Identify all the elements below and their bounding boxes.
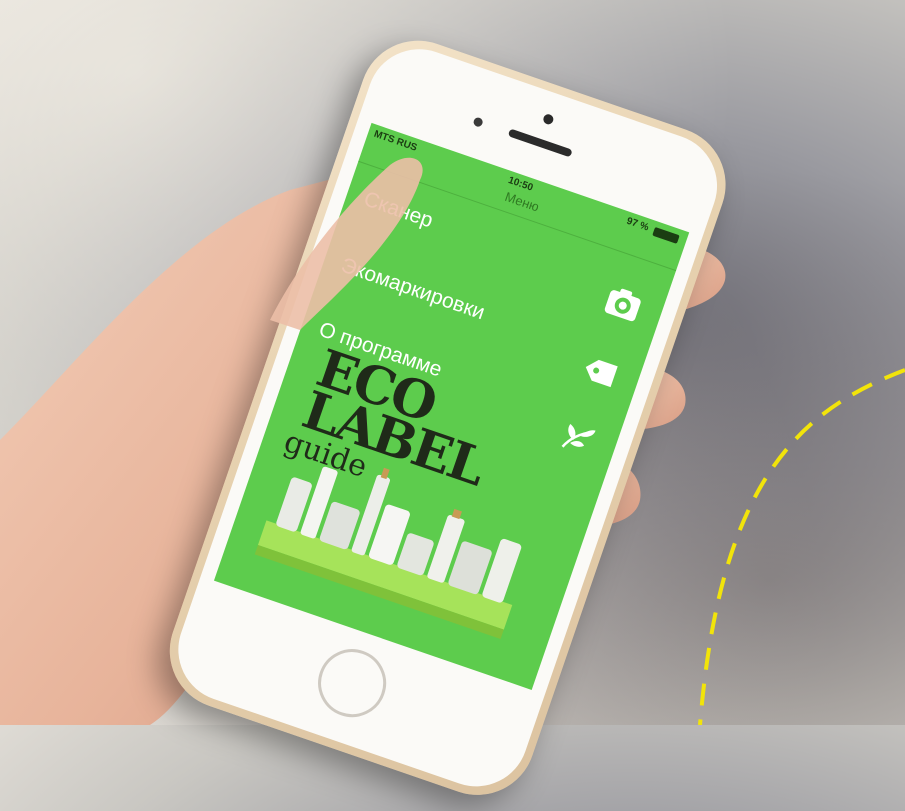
photo-scene: MTS RUS 10:50 97 % Меню Сканер: [0, 0, 905, 811]
thumb: [270, 157, 423, 330]
